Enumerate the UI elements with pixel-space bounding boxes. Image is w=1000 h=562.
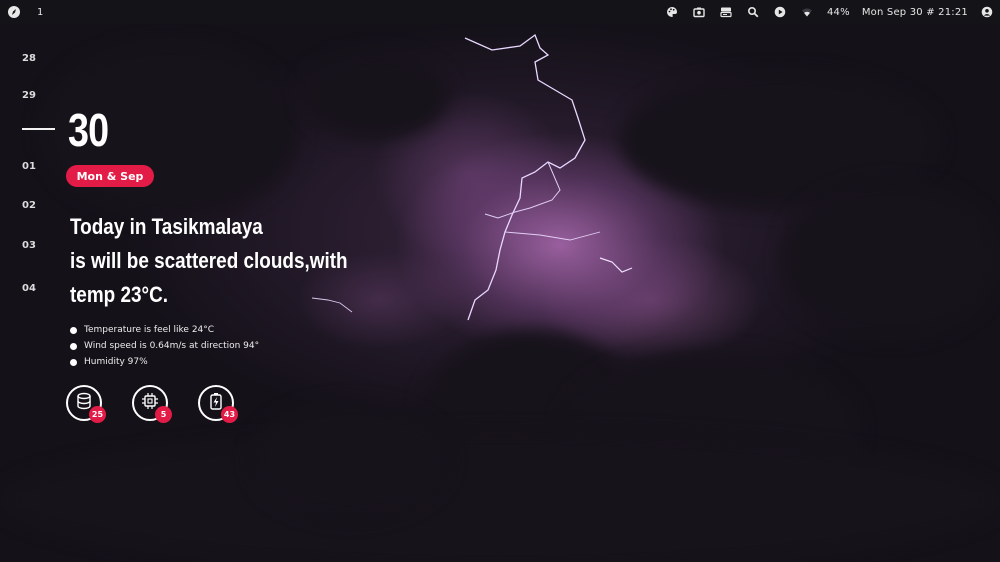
play-icon[interactable] (773, 5, 787, 19)
cpu-stat: 5 (132, 385, 172, 423)
camera-icon[interactable] (692, 5, 706, 19)
day-label: Mon & Sep (66, 165, 154, 187)
battery-stat: 43 (198, 385, 238, 423)
bullet-icon (70, 358, 77, 366)
search-icon[interactable] (746, 5, 760, 19)
disk-stat: 25 (66, 385, 106, 423)
palette-icon[interactable] (665, 5, 679, 19)
date-item: 01 (22, 161, 36, 172)
date-item: 29 (22, 90, 36, 101)
disk-badge: 25 (89, 406, 106, 423)
date-item: 28 (22, 53, 36, 64)
headline-line: is will be scattered clouds,with (70, 248, 348, 273)
date-item: 02 (22, 200, 36, 211)
detail-feels-like: Temperature is feel like 24°C (70, 322, 259, 338)
headline-line: Today in Tasikmalaya (70, 214, 263, 239)
detail-text: Wind speed is 0.64m/s at direction 94° (84, 341, 260, 351)
detail-wind: Wind speed is 0.64m/s at direction 94° (70, 338, 259, 354)
top-bar: 1 44% Mon Sep 30 # 21:21 (0, 0, 1000, 24)
cpu-badge: 5 (155, 406, 172, 423)
detail-text: Temperature is feel like 24°C (84, 325, 215, 335)
panel-icon[interactable] (719, 5, 733, 19)
weather-headline: Today in Tasikmalaya is will be scattere… (70, 210, 431, 312)
weather-details: Temperature is feel like 24°C Wind speed… (70, 322, 259, 370)
headline-line: temp 23°C. (70, 282, 168, 307)
date-item: 04 (22, 283, 36, 294)
volume-level[interactable]: 44% (827, 7, 850, 18)
user-icon[interactable] (980, 5, 994, 19)
compass-icon[interactable] (8, 6, 20, 18)
battery-badge: 43 (221, 406, 238, 423)
bullet-icon (70, 342, 77, 350)
wifi-icon[interactable] (800, 5, 814, 19)
detail-text: Humidity 97% (84, 357, 148, 367)
today-date: 30 (68, 104, 109, 156)
clock[interactable]: Mon Sep 30 # 21:21 (862, 7, 968, 18)
date-item: 03 (22, 240, 36, 251)
today-marker (22, 128, 55, 130)
workspace-indicator[interactable]: 1 (37, 7, 43, 18)
detail-humidity: Humidity 97% (70, 354, 259, 370)
bullet-icon (70, 326, 77, 334)
